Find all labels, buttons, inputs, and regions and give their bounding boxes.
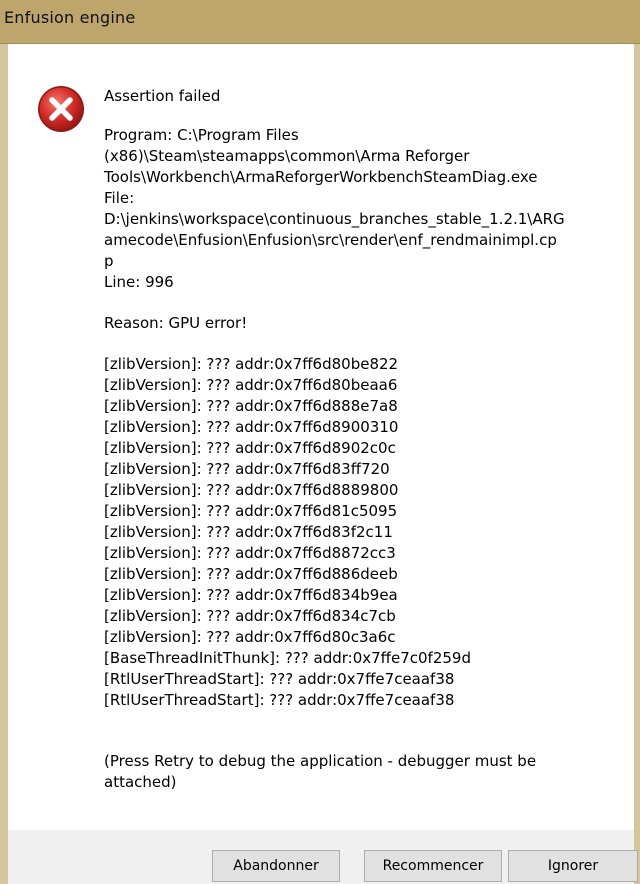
- window-frame-left: [0, 44, 8, 884]
- window-frame-right: [634, 44, 640, 884]
- reason-text: Reason: GPU error!: [104, 314, 248, 332]
- trace-line: [BaseThreadInitThunk]: ??? addr:0x7ffe7c…: [104, 649, 471, 667]
- trace-line: [zlibVersion]: ??? addr:0x7ff6d834b9ea: [104, 586, 398, 604]
- program-line: Program: C:\Program Files: [104, 126, 299, 144]
- trace-line: [zlibVersion]: ??? addr:0x7ff6d834c7cb: [104, 607, 396, 625]
- trace-line: [zlibVersion]: ??? addr:0x7ff6d83ff720: [104, 460, 390, 478]
- trace-line: [zlibVersion]: ??? addr:0x7ff6d888e7a8: [104, 397, 398, 415]
- trace-line: [zlibVersion]: ??? addr:0x7ff6d83f2c11: [104, 523, 393, 541]
- ignore-button[interactable]: Ignorer: [508, 850, 638, 882]
- message-body: Assertion failed Program: C:\Program Fil…: [104, 86, 604, 793]
- button-bar: Abandonner Recommencer Ignorer: [8, 830, 638, 884]
- message-title: Assertion failed: [104, 87, 221, 105]
- program-line: (x86)\Steam\steamapps\common\Arma Reforg…: [104, 147, 470, 165]
- trace-line: [zlibVersion]: ??? addr:0x7ff6d80beaa6: [104, 376, 398, 394]
- abort-button[interactable]: Abandonner: [212, 850, 340, 882]
- window-title: Enfusion engine: [4, 8, 136, 27]
- program-info: Program: C:\Program Files (x86)\Steam\st…: [104, 125, 604, 293]
- assertion-dialog: Enfusion engine Assertion failed Program…: [0, 0, 640, 884]
- program-line: p: [104, 252, 114, 270]
- trace-line: [zlibVersion]: ??? addr:0x7ff6d8900310: [104, 418, 399, 436]
- trace-line: [zlibVersion]: ??? addr:0x7ff6d8889800: [104, 481, 399, 499]
- trace-line: [zlibVersion]: ??? addr:0x7ff6d886deeb: [104, 565, 398, 583]
- title-bar[interactable]: Enfusion engine: [0, 0, 640, 44]
- trace-line: [zlibVersion]: ??? addr:0x7ff6d8872cc3: [104, 544, 396, 562]
- trace-line: [RtlUserThreadStart]: ??? addr:0x7ffe7ce…: [104, 670, 455, 688]
- trace-line: [zlibVersion]: ??? addr:0x7ff6d80be822: [104, 355, 399, 373]
- program-line: File:: [104, 189, 135, 207]
- debug-hint: (Press Retry to debug the application - …: [104, 752, 537, 791]
- program-line: Line: 996: [104, 273, 174, 291]
- error-icon: [38, 86, 84, 132]
- retry-button[interactable]: Recommencer: [364, 850, 502, 882]
- trace-line: [zlibVersion]: ??? addr:0x7ff6d8902c0c: [104, 439, 396, 457]
- program-line: amecode\Enfusion\Enfusion\src\render\enf…: [104, 231, 557, 249]
- program-line: Tools\Workbench\ArmaReforgerWorkbenchSte…: [104, 168, 538, 186]
- trace-line: [zlibVersion]: ??? addr:0x7ff6d81c5095: [104, 502, 398, 520]
- trace-line: [zlibVersion]: ??? addr:0x7ff6d80c3a6c: [104, 628, 396, 646]
- stack-trace: [zlibVersion]: ??? addr:0x7ff6d80be822 […: [104, 354, 604, 711]
- trace-line: [RtlUserThreadStart]: ??? addr:0x7ffe7ce…: [104, 691, 455, 709]
- program-line: D:\jenkins\workspace\continuous_branches…: [104, 210, 565, 228]
